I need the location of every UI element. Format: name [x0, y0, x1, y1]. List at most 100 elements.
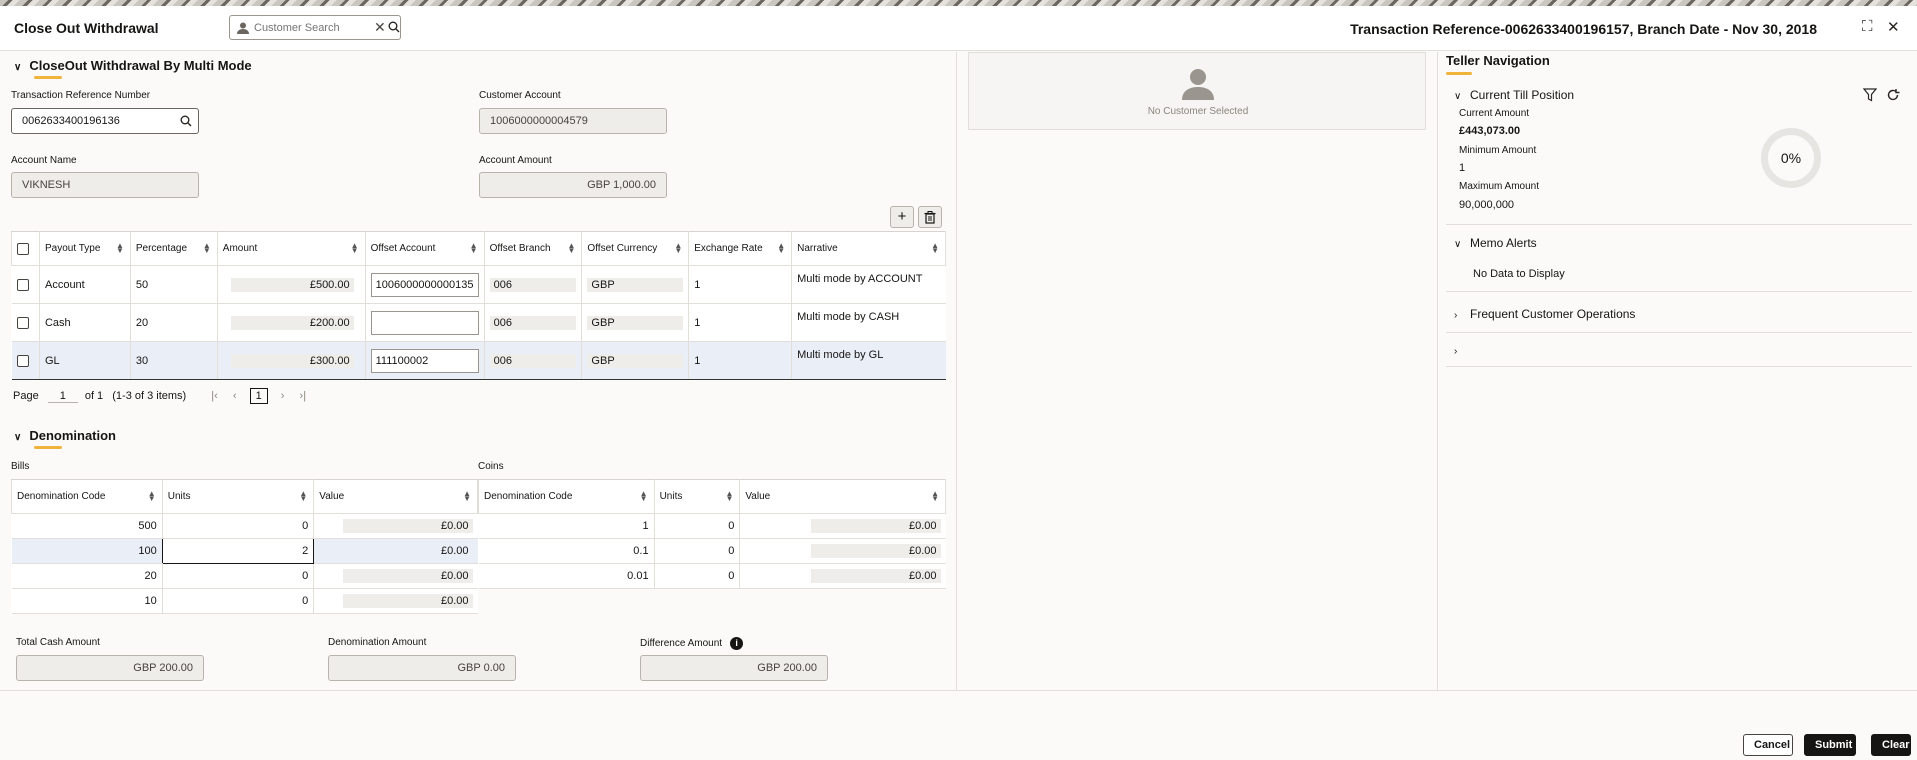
- col-exchange-rate[interactable]: Exchange Rate ▲ ▼: [688, 231, 793, 266]
- chevron-right-icon: ›: [1454, 346, 1458, 357]
- units-input[interactable]: 0: [653, 563, 740, 589]
- denomination-code-cell: 10: [11, 588, 163, 614]
- txn-ref-label: Transaction Reference Number: [11, 90, 151, 101]
- col-offset-branch[interactable]: Offset Branch ▲ ▼: [483, 231, 583, 266]
- row-checkbox[interactable]: [16, 278, 29, 291]
- table-row[interactable]: 100 2 £0.00: [11, 538, 478, 564]
- table-row[interactable]: 20 0 £0.00: [11, 563, 478, 589]
- col-payout-type[interactable]: Payout Type ▲ ▼: [38, 231, 131, 266]
- offset-account-input[interactable]: 111100002: [370, 348, 479, 373]
- col-value[interactable]: Value ▲ ▼: [739, 479, 946, 514]
- table-row[interactable]: 10 0 £0.00: [11, 588, 478, 614]
- page-input[interactable]: 1: [47, 390, 78, 403]
- narrative-cell[interactable]: Multi mode by GL: [791, 341, 946, 380]
- select-all-checkbox[interactable]: [17, 242, 29, 255]
- footer-bar: Cancel Submit Clear: [0, 690, 1917, 760]
- denomination-amount-label: Denomination Amount: [328, 637, 427, 648]
- denomination-code-cell: 500: [11, 513, 163, 539]
- search-icon[interactable]: [388, 21, 400, 33]
- units-input-active[interactable]: 2: [161, 538, 315, 564]
- offset-account-input[interactable]: 1006000000000135: [370, 272, 479, 297]
- offset-branch-cell: 006: [489, 277, 577, 292]
- current-till-header[interactable]: ∨ Current Till Position: [1454, 88, 1574, 102]
- cancel-button[interactable]: Cancel: [1743, 734, 1793, 756]
- col-denomination-code[interactable]: Denomination Code ▲ ▼: [478, 479, 655, 514]
- denomination-section-title[interactable]: ∨ Denomination: [14, 428, 116, 443]
- col-units[interactable]: Units ▲ ▼: [653, 479, 741, 514]
- last-page-icon[interactable]: ›|: [300, 390, 307, 402]
- narrative-cell[interactable]: Multi mode by CASH: [791, 303, 946, 342]
- payout-type-cell: Account: [38, 265, 131, 304]
- divider: [1446, 291, 1912, 292]
- submit-button[interactable]: Submit: [1804, 734, 1856, 756]
- offset-branch-cell: 006: [489, 353, 577, 368]
- customer-search-input[interactable]: [254, 18, 366, 37]
- current-amount-value: £443,073.00: [1459, 125, 1521, 137]
- till-percent: 0%: [1780, 150, 1802, 166]
- table-row[interactable]: 0.1 0 £0.00: [478, 538, 946, 564]
- value-cell: £0.00: [811, 519, 941, 533]
- filter-icon[interactable]: [1863, 88, 1877, 102]
- row-checkbox[interactable]: [16, 316, 29, 329]
- account-amount-field: GBP 1,000.00: [479, 172, 667, 198]
- select-all-cell: [11, 231, 40, 266]
- row-checkbox[interactable]: [16, 354, 29, 367]
- col-offset-currency[interactable]: Offset Currency ▲ ▼: [581, 231, 690, 266]
- offset-account-input[interactable]: [370, 310, 479, 335]
- offset-branch-cell: 006: [489, 315, 577, 330]
- more-section-toggle[interactable]: ›: [1454, 343, 1470, 357]
- current-amount-label: Current Amount: [1459, 108, 1530, 119]
- table-row[interactable]: 1 0 £0.00: [478, 513, 946, 539]
- units-input[interactable]: 0: [161, 563, 314, 589]
- clear-icon[interactable]: ✕: [374, 19, 386, 36]
- units-input[interactable]: 0: [161, 588, 314, 614]
- search-icon[interactable]: [180, 115, 192, 127]
- units-input[interactable]: 0: [653, 513, 740, 539]
- table-row[interactable]: Account 50 £500.00 1006000000000135 006 …: [11, 265, 946, 304]
- col-narrative[interactable]: Narrative ▲ ▼: [791, 231, 946, 266]
- prev-page-icon[interactable]: ‹: [233, 390, 237, 402]
- info-icon[interactable]: i: [730, 637, 744, 650]
- col-units[interactable]: Units ▲ ▼: [161, 479, 315, 514]
- col-value[interactable]: Value ▲ ▼: [313, 479, 478, 514]
- table-row[interactable]: 0.01 0 £0.00: [478, 563, 946, 589]
- next-page-icon[interactable]: ›: [281, 390, 285, 402]
- payout-table: Payout Type ▲ ▼ Percentage ▲ ▼ Amount ▲ ▼ Offs…: [11, 231, 946, 380]
- col-amount[interactable]: Amount ▲ ▼: [216, 231, 366, 266]
- first-page-icon[interactable]: |‹: [211, 390, 218, 402]
- col-denomination-code[interactable]: Denomination Code ▲ ▼: [11, 479, 163, 514]
- sort-icon: ▲ ▼: [350, 241, 359, 255]
- expand-icon[interactable]: ⛶: [1862, 18, 1873, 35]
- offset-currency-cell: GBP: [587, 277, 684, 292]
- add-row-button[interactable]: +: [890, 206, 914, 228]
- percentage-cell: 20: [129, 303, 218, 342]
- clear-button[interactable]: Clear: [1871, 734, 1911, 756]
- memo-alerts-header[interactable]: ∨ Memo Alerts: [1454, 236, 1537, 250]
- frequent-operations-header[interactable]: › Frequent Customer Operations: [1454, 307, 1635, 321]
- exchange-rate-cell: 1: [688, 303, 792, 342]
- close-icon[interactable]: ✕: [1887, 18, 1900, 36]
- sort-icon: ▲ ▼: [931, 241, 939, 255]
- coins-label: Coins: [478, 461, 504, 472]
- table-row[interactable]: 500 0 £0.00: [11, 513, 478, 539]
- narrative-cell[interactable]: Multi mode by ACCOUNT: [791, 265, 946, 304]
- txn-ref-field[interactable]: 0062633400196136: [11, 108, 199, 134]
- units-input[interactable]: 0: [653, 538, 740, 564]
- units-input[interactable]: 0: [161, 513, 314, 539]
- delete-row-button[interactable]: [918, 206, 942, 228]
- closeout-section-title[interactable]: ∨ CloseOut Withdrawal By Multi Mode: [14, 58, 252, 73]
- page-number-current[interactable]: 1: [249, 388, 268, 404]
- sort-icon: ▲ ▼: [463, 489, 471, 503]
- percentage-cell: 50: [129, 265, 218, 304]
- customer-search[interactable]: ✕: [229, 15, 401, 40]
- col-offset-account[interactable]: Offset Account ▲ ▼: [364, 231, 485, 266]
- section-underline: [34, 446, 62, 449]
- refresh-icon[interactable]: [1886, 88, 1900, 102]
- chevron-down-icon: ∨: [1454, 239, 1462, 250]
- denomination-code-cell: 100: [11, 538, 163, 564]
- table-row[interactable]: Cash 20 £200.00 006 GBP 1 Multi mode by …: [11, 303, 946, 342]
- value-cell: £0.00: [343, 569, 473, 583]
- col-percentage[interactable]: Percentage ▲ ▼: [129, 231, 218, 266]
- table-row[interactable]: GL 30 £300.00 111100002 006 GBP 1 Multi …: [11, 341, 946, 380]
- customer-panel: No Customer Selected: [958, 52, 1438, 690]
